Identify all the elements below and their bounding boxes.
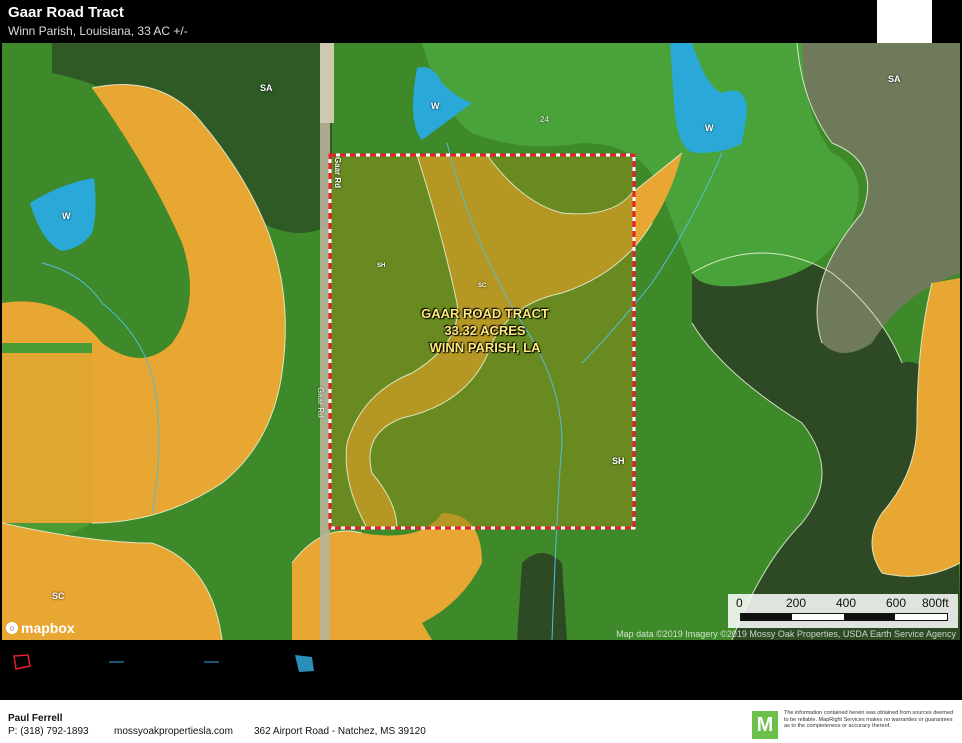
soil-label-w-left: W xyxy=(62,211,71,221)
road-clearing xyxy=(320,43,334,123)
tract-label-parish: WINN PARISH, LA xyxy=(429,340,541,355)
disclaimer: The information contained herein was obt… xyxy=(784,710,954,729)
soil-label-w-top: W xyxy=(431,101,440,111)
mapbox-logo[interactable]: ○ mapbox xyxy=(6,620,75,636)
water-swatch-icon xyxy=(295,655,314,672)
map-attribution[interactable]: Map data ©2019 Imagery ©2019 Mossy Oak P… xyxy=(616,629,956,639)
soil-label-sa-top: SA xyxy=(260,83,273,93)
soil-label-sa-right: SA xyxy=(888,74,901,84)
route-number: 24 xyxy=(540,115,549,124)
scale-label-200: 200 xyxy=(786,596,807,610)
dense-forest-bottom xyxy=(517,553,567,640)
page-subtitle: Winn Parish, Louisiana, 33 AC +/- xyxy=(8,24,188,38)
brokerage-logo xyxy=(877,0,932,43)
scale-bar: 0 200 400 600 800ft xyxy=(728,594,958,628)
sc-zone-west-lower xyxy=(2,353,92,523)
map-header: Gaar Road Tract Winn Parish, Louisiana, … xyxy=(0,0,962,43)
mapbox-label: mapbox xyxy=(21,620,75,636)
footer: Paul Ferrell P: (318) 792-1893 mossyoakp… xyxy=(0,700,962,743)
page-title: Gaar Road Tract xyxy=(8,4,124,21)
road-label-top: Gaar Rd xyxy=(333,156,343,189)
agent-address: 362 Airport Road - Natchez, MS 39120 xyxy=(254,726,426,737)
boundary-swatch-icon xyxy=(13,654,31,670)
soil-label-w-right: W xyxy=(705,123,714,133)
soil-label-sh-right: SH xyxy=(612,456,625,466)
scale-ruler xyxy=(740,613,948,621)
legend-bar xyxy=(0,640,962,700)
scale-segment xyxy=(741,614,792,620)
scale-segment xyxy=(844,614,895,620)
mapbox-icon: ○ xyxy=(6,622,18,634)
legend-svg xyxy=(13,654,314,672)
mapright-logo: M xyxy=(752,711,778,739)
tract-label: GAAR ROAD TRACT 33.32 ACRES WINN PARISH,… xyxy=(340,305,630,356)
agent-website[interactable]: mossyoakpropertiesla.com xyxy=(114,726,233,737)
scale-label-0: 0 xyxy=(736,596,743,610)
soil-label-sc-bottom: SC xyxy=(52,591,65,601)
scale-label-400: 400 xyxy=(836,596,857,610)
scale-label-800: 800ft xyxy=(922,596,949,610)
agent-name: Paul Ferrell xyxy=(8,713,63,724)
scale-label-600: 600 xyxy=(886,596,907,610)
soil-label-sh-inner: SH xyxy=(377,263,386,269)
soil-label-sc-inner: SC xyxy=(478,283,487,289)
road-label-mid: Gaar Rd xyxy=(316,386,326,419)
agent-phone[interactable]: P: (318) 792-1893 xyxy=(8,726,89,737)
map-canvas[interactable]: SA SA W W W SH SC SH SC Gaar Rd Gaar Rd … xyxy=(2,43,960,640)
tract-label-name: GAAR ROAD TRACT xyxy=(421,306,549,321)
tract-label-acres: 33.32 ACRES xyxy=(444,323,526,338)
